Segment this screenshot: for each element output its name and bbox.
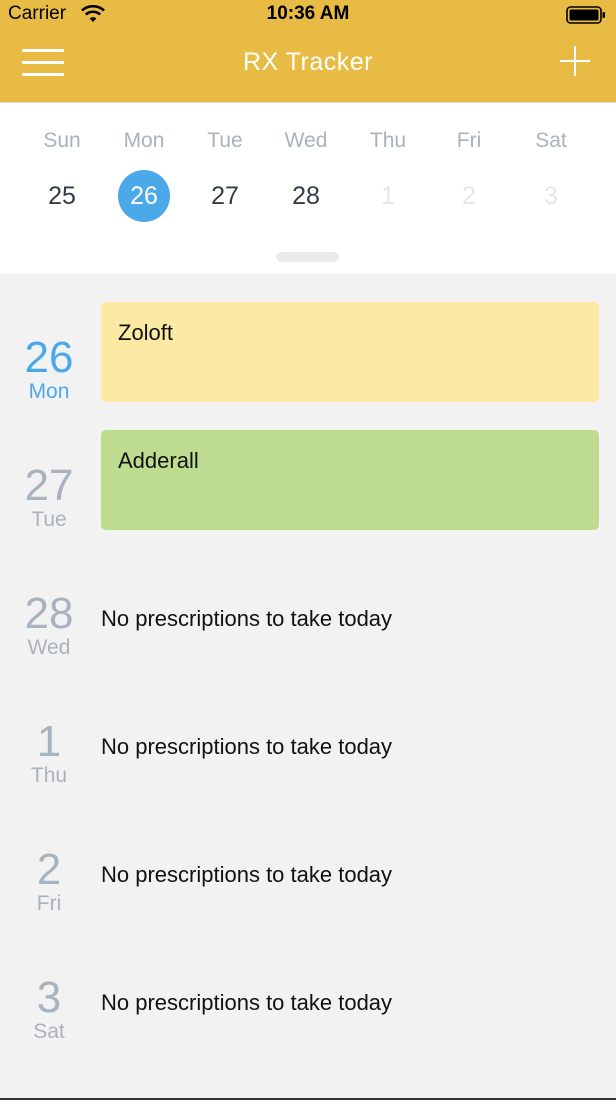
week-day-name: Sat [535, 129, 567, 152]
week-day-number: 25 [48, 182, 76, 210]
agenda-date-day: Wed [27, 636, 71, 659]
header-bar: Carrier 10:36 AM RX Tracker [0, 0, 616, 102]
week-day-tue[interactable]: Tue 27 [181, 103, 269, 243]
agenda-date: 3 Sat [0, 976, 98, 1044]
agenda-date: 27 Tue [0, 464, 98, 532]
agenda-row: 1 Thu No prescriptions to take today [0, 658, 616, 788]
agenda-date-number: 27 [24, 461, 74, 510]
agenda-row: 28 Wed No prescriptions to take today [0, 530, 616, 660]
week-day-name: Tue [207, 129, 243, 152]
prescription-card[interactable]: Adderall [101, 430, 599, 530]
week-day-name: Thu [369, 129, 407, 152]
week-day-number: 3 [544, 182, 558, 210]
battery-icon [566, 6, 605, 24]
agenda-date-day: Sat [33, 1020, 65, 1043]
agenda-date-number: 3 [36, 973, 62, 1022]
empty-day-message: No prescriptions to take today [101, 606, 393, 631]
agenda-date: 28 Wed [0, 592, 98, 660]
empty-day-message: No prescriptions to take today [101, 734, 393, 759]
empty-day-message: No prescriptions to take today [101, 990, 393, 1015]
week-day-sat[interactable]: Sat 3 [507, 103, 595, 243]
status-bar: Carrier 10:36 AM [0, 0, 616, 28]
agenda-row: 26 Mon Zoloft [0, 274, 616, 404]
agenda-row: 27 Tue Adderall [0, 402, 616, 532]
week-day-name: Mon [123, 129, 165, 152]
agenda-date: 26 Mon [0, 336, 98, 404]
agenda-date: 1 Thu [0, 720, 98, 788]
week-day-number: 28 [292, 182, 320, 210]
week-strip: Sun 25 Mon 26 Tue 27 Wed 28 Thu 1 Fri 2 … [0, 102, 616, 274]
week-day-wed[interactable]: Wed 28 [262, 103, 350, 243]
empty-day-message: No prescriptions to take today [101, 862, 393, 887]
agenda-date-day: Mon [28, 380, 70, 403]
agenda-row: 3 Sat No prescriptions to take today [0, 914, 616, 1044]
agenda-date-number: 1 [36, 717, 62, 766]
agenda-date-day: Thu [30, 764, 68, 787]
agenda-date-day: Tue [31, 508, 67, 531]
selected-day-number: 26 [118, 170, 170, 222]
prescription-card[interactable]: Zoloft [101, 302, 599, 402]
week-day-number: 27 [211, 182, 239, 210]
calendar-expand-handle[interactable] [276, 252, 339, 262]
week-day-thu[interactable]: Thu 1 [344, 103, 432, 243]
agenda-date-number: 26 [24, 333, 74, 382]
agenda-list: 26 Mon Zoloft 27 Tue Adderall 28 Wed No … [0, 274, 616, 1100]
agenda-date-number: 2 [36, 845, 62, 894]
week-day-number: 1 [381, 182, 395, 210]
week-day-name: Wed [284, 129, 328, 152]
agenda-row: 2 Fri No prescriptions to take today [0, 786, 616, 916]
navigation-bar: RX Tracker [0, 28, 616, 102]
agenda-date-day: Fri [36, 892, 62, 915]
agenda-date: 2 Fri [0, 848, 98, 916]
plus-icon[interactable] [560, 46, 590, 76]
week-day-fri[interactable]: Fri 2 [425, 103, 513, 243]
week-day-mon[interactable]: Mon 26 [100, 103, 188, 243]
agenda-date-number: 28 [24, 589, 74, 638]
status-time: 10:36 AM [266, 3, 350, 24]
week-day-number: 2 [462, 182, 476, 210]
week-day-name: Sun [43, 129, 81, 152]
app-title: RX Tracker [242, 48, 374, 76]
week-day-sun[interactable]: Sun 25 [18, 103, 106, 243]
week-day-name: Fri [456, 129, 482, 152]
